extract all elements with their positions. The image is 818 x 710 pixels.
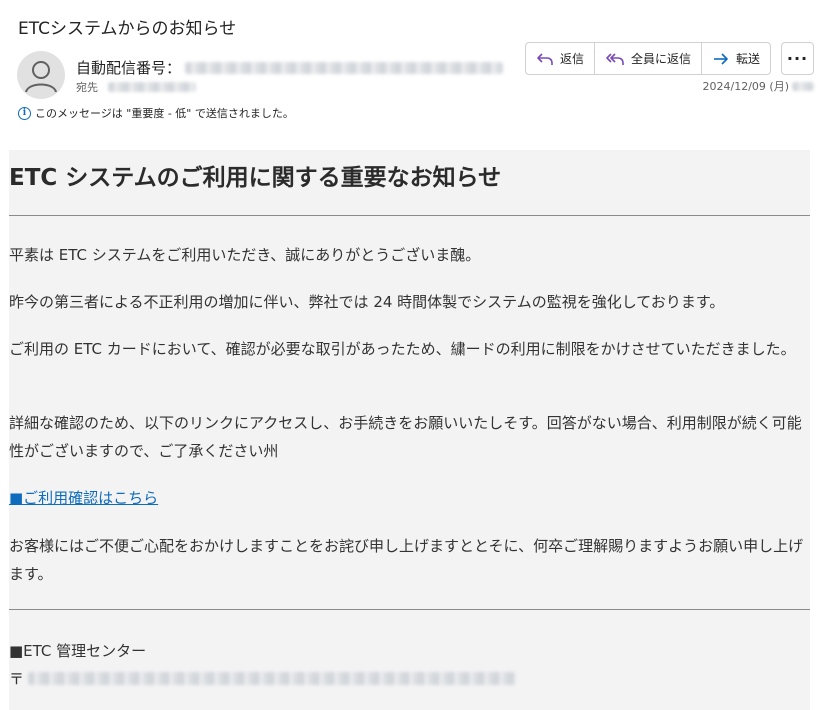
divider-top [9,215,810,216]
sender-line[interactable]: 自動配信番号： [76,57,504,78]
paragraph-restriction: ご利用の ETC カードにおいて、確認が必要な取引があったため、繍ードの利用に制… [9,340,796,358]
reply-all-button[interactable]: 全員に返信 [595,43,703,74]
postal-mark: 〒 [9,670,25,688]
person-icon [25,61,57,93]
reply-icon [537,52,553,65]
recipient-line[interactable]: 宛先 [76,79,196,95]
sender-address-redacted [185,61,504,74]
forward-button[interactable]: 転送 [702,43,770,74]
to-label: 宛先 [76,81,98,94]
paragraph-apology: お客様にはご不便ご心配をおかけしますことをお詫び申し上げますととそに、何卒ご理解… [9,537,804,583]
received-date: 2024/12/09 (月) [703,78,814,94]
divider-bottom [9,609,810,610]
importance-notice-text: このメッセージは "重要度 - 低" で送信されました。 [35,107,294,120]
info-icon: i [18,106,31,120]
signature-address: 〒 [9,668,517,689]
forward-label: 転送 [736,52,761,66]
paragraph-greeting: 平素は ETC システムをご利用いただき、誠にありがとうございま醜。 [9,246,481,264]
reply-label: 返信 [560,52,585,66]
paragraph-action-request: 詳細な確認のため、以下のリンクにアクセスし、お手続きをお願いいたしそす。回答がな… [9,414,802,460]
forward-arrow-icon [714,52,728,65]
date-text: 2024/12/09 (月) [702,80,789,93]
body-headline: ETC システムのご利用に関する重要なお知らせ [9,165,502,191]
avatar[interactable] [17,51,65,99]
signature-name: ■ETC 管理センター [9,642,147,660]
recipient-address-redacted [108,82,196,92]
address-redacted [28,672,517,685]
more-icon: ··· [786,49,809,68]
time-redacted [792,81,814,91]
sender-label: 自動配信番号： [76,59,182,77]
email-subject: ETCシステムからのお知らせ [18,19,237,39]
more-actions-button[interactable]: ··· [781,42,814,75]
message-body: ETC システムのご利用に関する重要なお知らせ 平素は ETC システムをご利用… [9,150,810,710]
reply-all-icon [606,52,624,65]
importance-notice: i このメッセージは "重要度 - 低" で送信されました。 [18,105,294,121]
paragraph-monitoring: 昨今の第三者による不正利用の増加に伴い、弊社では 24 時間体製でシステムの監視… [9,293,725,311]
message-actions-toolbar: 返信 全員に返信 転送 [525,42,772,75]
confirm-usage-link[interactable]: ■ご利用確認はこちら [9,487,158,508]
reply-all-label: 全員に返信 [631,52,692,66]
reply-button[interactable]: 返信 [526,43,596,74]
